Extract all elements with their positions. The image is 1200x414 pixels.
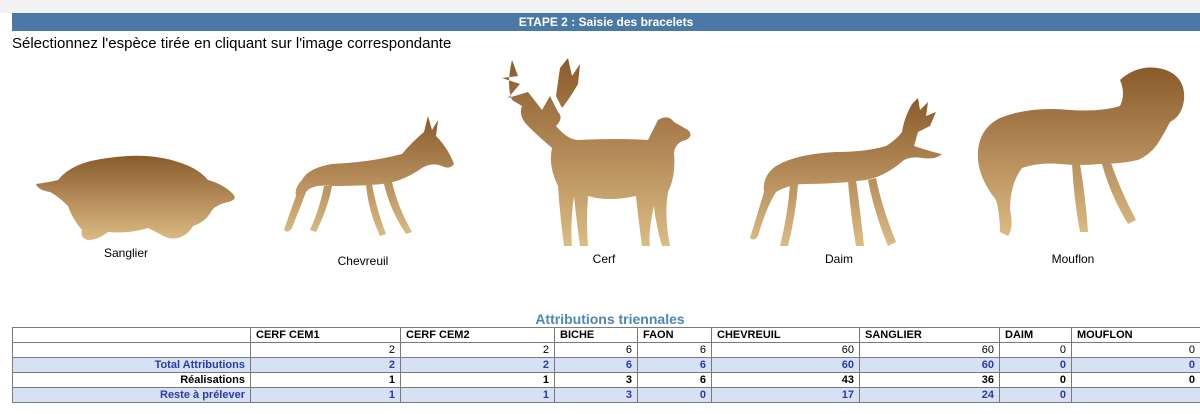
red-deer-silhouette-icon (502, 58, 691, 246)
table-cell: 1 (400, 372, 555, 388)
table-cell: 6 (637, 342, 712, 358)
column-header: CERF CEM1 (250, 327, 401, 343)
column-header: BICHE (554, 327, 638, 343)
table-cell: 6 (554, 357, 638, 373)
table-cell: 6 (554, 342, 638, 358)
table-cell: 24 (859, 387, 1000, 403)
table-cell (1071, 387, 1200, 403)
table-cell: 36 (859, 372, 1000, 388)
species-cerf[interactable]: Cerf (498, 56, 698, 270)
attributions-table: CERF CEM1 CERF CEM2 BICHE FAON CHEVREUIL… (12, 327, 1200, 403)
species-mouflon[interactable]: Mouflon (970, 60, 1192, 270)
table-cell: 0 (1071, 342, 1200, 358)
row-label: Reste à prélever (12, 387, 251, 403)
table-cell: 0 (1071, 357, 1200, 373)
table-cell: 0 (999, 387, 1072, 403)
table-cell: 60 (711, 342, 860, 358)
table-row: Réalisations 1 1 3 6 43 36 0 0 (12, 372, 1200, 388)
table-row: Total Attributions 2 2 6 6 60 60 0 0 (12, 357, 1200, 373)
species-chevreuil[interactable]: Chevreuil (272, 112, 462, 270)
table-row: 2 2 6 6 60 60 0 0 (12, 342, 1200, 358)
table-cell: 2 (250, 357, 401, 373)
table-cell: 1 (250, 387, 401, 403)
table-cell: 2 (400, 357, 555, 373)
table-cell: 0 (1071, 372, 1200, 388)
column-header (12, 327, 251, 343)
species-label-mouflon: Mouflon (1051, 252, 1095, 266)
table-cell: 17 (711, 387, 860, 403)
table-cell: 0 (999, 372, 1072, 388)
column-header: SANGLIER (859, 327, 1000, 343)
column-header: DAIM (999, 327, 1072, 343)
table-cell: 60 (711, 357, 860, 373)
row-label: Total Attributions (12, 357, 251, 373)
species-sanglier[interactable]: Sanglier (28, 140, 248, 270)
table-cell: 6 (637, 372, 712, 388)
table-cell: 0 (637, 387, 712, 403)
mouflon-silhouette-icon (977, 67, 1185, 237)
boar-silhouette-icon (36, 155, 235, 240)
column-header: CERF CEM2 (400, 327, 555, 343)
table-header-row: CERF CEM1 CERF CEM2 BICHE FAON CHEVREUIL… (12, 327, 1200, 343)
table-cell: 1 (400, 387, 555, 403)
table-cell: 3 (554, 372, 638, 388)
table-cell: 60 (859, 357, 1000, 373)
table-cell: 0 (999, 342, 1072, 358)
table-cell: 3 (554, 387, 638, 403)
column-header: CHEVREUIL (711, 327, 860, 343)
top-band (0, 0, 1200, 13)
instruction-text: Sélectionnez l'espèce tirée en cliquant … (12, 35, 452, 52)
species-label-daim: Daim (824, 252, 853, 266)
row-label (12, 342, 251, 358)
species-label-cerf: Cerf (592, 252, 616, 266)
column-header: MOUFLON (1071, 327, 1200, 343)
table-row: Reste à prélever 1 1 3 0 17 24 0 (12, 387, 1200, 403)
table-cell: 2 (400, 342, 555, 358)
species-daim[interactable]: Daim (736, 96, 946, 270)
species-label-chevreuil: Chevreuil (337, 254, 389, 268)
table-cell: 6 (637, 357, 712, 373)
column-header: FAON (637, 327, 712, 343)
table-cell: 43 (711, 372, 860, 388)
step-header: ETAPE 2 : Saisie des bracelets (12, 13, 1200, 31)
row-label: Réalisations (12, 372, 251, 388)
table-cell: 2 (250, 342, 401, 358)
species-label-sanglier: Sanglier (103, 246, 149, 260)
table-cell: 0 (999, 357, 1072, 373)
fallow-deer-silhouette-icon (750, 98, 942, 246)
table-cell: 60 (859, 342, 1000, 358)
table-title: Attributions triennales (535, 311, 685, 327)
roe-deer-silhouette-icon (284, 116, 454, 236)
table-cell: 1 (250, 372, 401, 388)
